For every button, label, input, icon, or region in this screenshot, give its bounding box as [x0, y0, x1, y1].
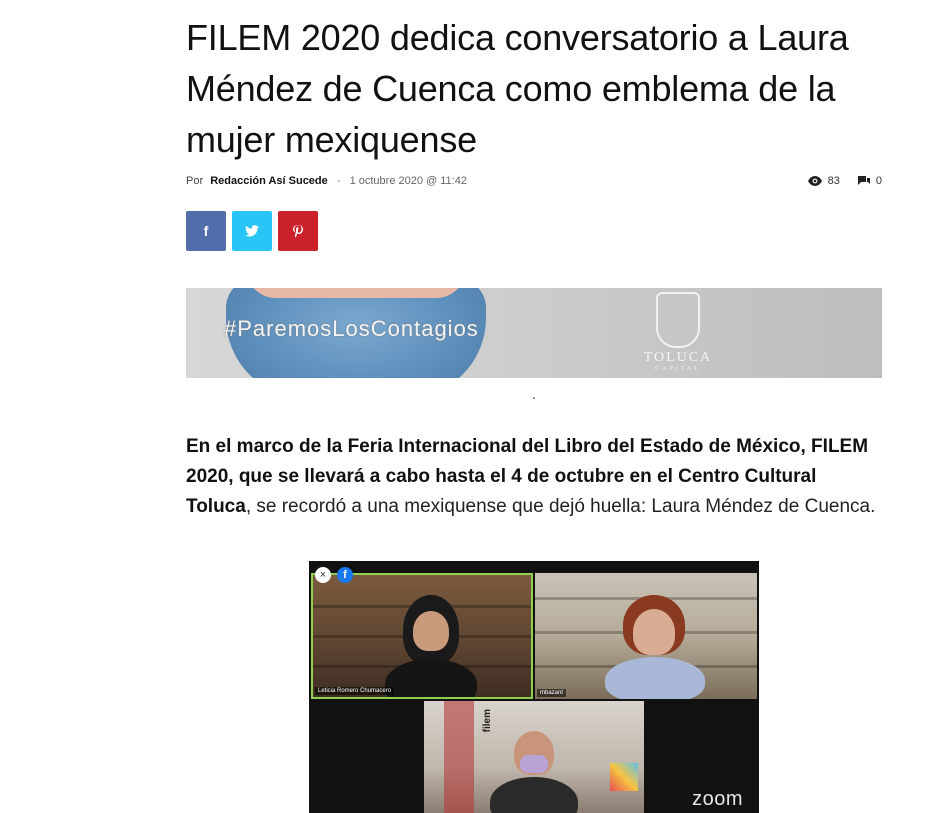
participant-1-name: Leticia Romero Chumacero	[315, 687, 395, 695]
facebook-icon[interactable]: f	[337, 567, 353, 583]
toluca-crest-icon	[656, 292, 700, 348]
facebook-icon: f	[203, 223, 209, 239]
face-image	[246, 288, 466, 298]
participant-2-name: mbazant	[537, 689, 567, 697]
comments-count: 0	[875, 175, 882, 187]
by-label: Por	[186, 175, 204, 187]
logo-city: TOLUCA	[643, 350, 713, 365]
comments-stat[interactable]: 0	[857, 175, 882, 187]
pinterest-icon	[293, 224, 303, 238]
author-link[interactable]: Redacción Así Sucede	[210, 175, 328, 187]
comment-icon	[857, 176, 870, 185]
article: FILEM 2020 dedica conversatorio a Laura …	[186, 0, 882, 522]
zoom-logo: zoom	[692, 788, 743, 810]
banner-hashtag: #ParemosLosContagios	[224, 316, 479, 341]
article-title: FILEM 2020 dedica conversatorio a Laura …	[186, 17, 849, 160]
lead-paragraph: En el marco de la Feria Internacional de…	[186, 432, 882, 522]
twitter-icon	[245, 225, 259, 237]
twitter-share-button[interactable]	[232, 211, 272, 251]
lead-rest: , se recordó a una mexiquense que dejó h…	[245, 496, 876, 517]
logo-sub: CAPITAL	[655, 366, 701, 372]
filem-sign: filem	[482, 709, 493, 733]
image-caption: .	[532, 386, 536, 402]
facebook-share-button[interactable]: f	[186, 211, 226, 251]
participant-tile-3: filem	[424, 701, 644, 813]
share-buttons: f	[186, 211, 882, 251]
article-stats: 83 0	[807, 175, 882, 187]
views-stat: 83	[807, 175, 840, 187]
meta-separator: -	[336, 175, 341, 187]
views-count: 83	[827, 175, 840, 187]
participant-tile-2: mbazant	[535, 573, 757, 699]
pinterest-share-button[interactable]	[278, 211, 318, 251]
toluca-logo: TOLUCA CAPITAL	[638, 292, 718, 372]
publish-date: 1 octubre 2020 @ 11:42	[349, 175, 467, 187]
embedded-video[interactable]: Leticia Romero Chumacero mbazant filem ×…	[309, 561, 759, 813]
article-meta: Por Redacción Así Sucede - 1 octubre 202…	[186, 175, 882, 195]
participant-tile-1: Leticia Romero Chumacero	[311, 573, 533, 699]
eye-icon	[807, 176, 822, 186]
close-icon[interactable]: ×	[315, 567, 331, 583]
covid-banner[interactable]: #ParemosLosContagios TOLUCA CAPITAL	[186, 288, 882, 378]
